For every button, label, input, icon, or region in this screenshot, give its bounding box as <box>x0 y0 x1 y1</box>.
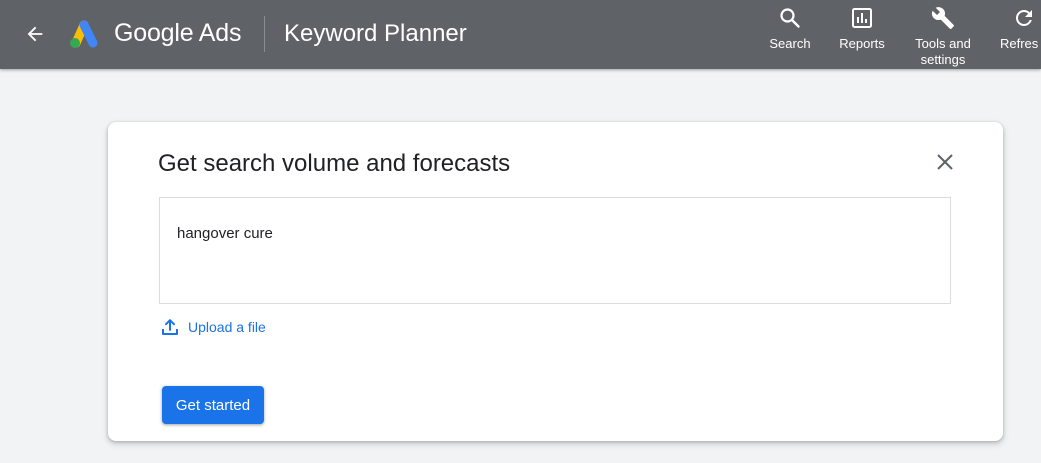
tools-and-settings-label: Tools and settings <box>915 36 971 67</box>
close-button[interactable] <box>934 151 956 173</box>
search-icon <box>778 6 802 30</box>
search-button[interactable]: Search <box>760 6 820 52</box>
search-label: Search <box>769 36 811 51</box>
wrench-icon <box>931 6 955 30</box>
reports-icon <box>850 6 874 30</box>
header-divider <box>264 16 265 52</box>
upload-label: Upload a file <box>188 319 266 335</box>
refresh-icon <box>1012 6 1036 30</box>
reports-label: Reports <box>839 36 885 51</box>
back-button[interactable] <box>22 21 48 47</box>
refresh-button[interactable]: Refres <box>992 6 1041 52</box>
dialog-title: Get search volume and forecasts <box>158 150 511 177</box>
tools-and-settings-button[interactable]: Tools and settings <box>903 6 983 68</box>
upload-file-link[interactable]: Upload a file <box>161 318 266 336</box>
get-started-button[interactable]: Get started <box>162 386 264 424</box>
google-ads-logo <box>70 20 98 48</box>
forecast-dialog: Get search volume and forecasts hangover… <box>108 122 1003 441</box>
upload-icon <box>162 319 178 335</box>
brand-name: Google Ads <box>114 19 242 47</box>
page-title: Keyword Planner <box>284 20 467 47</box>
keywords-value: hangover cure <box>177 225 273 242</box>
back-arrow-icon <box>27 26 43 42</box>
keywords-input[interactable]: hangover cure <box>159 197 951 304</box>
reports-button[interactable]: Reports <box>832 6 892 52</box>
refresh-label: Refres <box>1000 36 1039 51</box>
app-header: Google Ads Keyword Planner Search Report… <box>0 0 1041 69</box>
close-icon <box>937 154 953 170</box>
